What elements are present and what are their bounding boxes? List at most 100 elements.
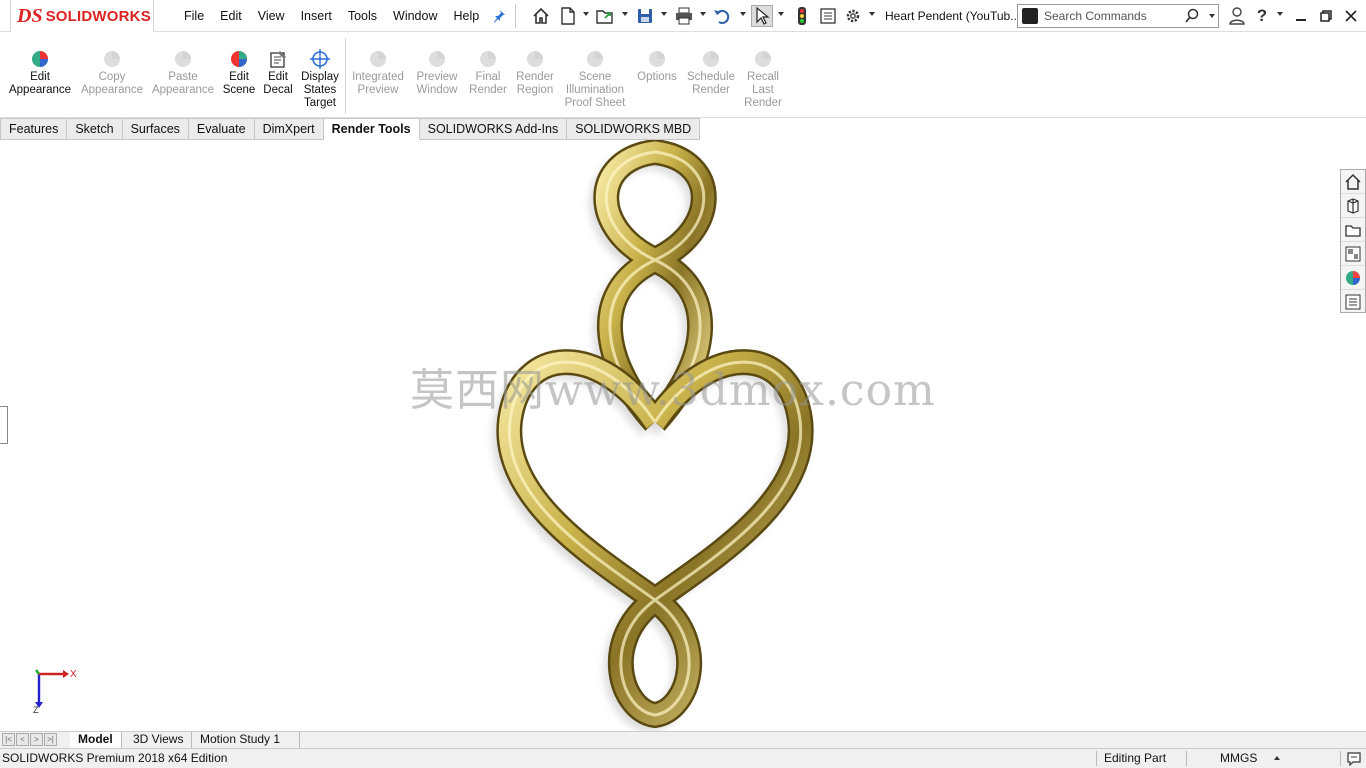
home-icon[interactable] — [530, 5, 552, 27]
tab-motion-study-1[interactable]: Motion Study 1 — [192, 732, 300, 748]
render-tool-edit-appearance[interactable]: Edit Appearance — [0, 48, 80, 97]
custom-properties-icon[interactable] — [1341, 290, 1365, 314]
solidworks-logo[interactable]: DS SOLIDWORKS — [10, 0, 154, 33]
options-gear-icon[interactable] — [842, 5, 864, 27]
menu-insert[interactable]: Insert — [293, 9, 340, 23]
reference-triad: X Z — [33, 669, 77, 714]
tab-surfaces[interactable]: Surfaces — [122, 118, 189, 140]
tab-dimxpert[interactable]: DimXpert — [254, 118, 324, 140]
copy-appearance-icon — [101, 48, 123, 70]
next-tab-icon[interactable]: > — [30, 733, 43, 746]
feature-manager-toggle-handle[interactable] — [0, 406, 8, 444]
search-dropdown-caret[interactable] — [1209, 14, 1215, 18]
prev-tab-icon[interactable]: < — [16, 733, 29, 746]
task-pane-home-icon[interactable] — [1341, 170, 1365, 194]
render-tool-label: Edit Appearance — [8, 71, 72, 96]
menu-help[interactable]: Help — [446, 9, 488, 23]
search-placeholder: Search Commands — [1044, 9, 1147, 23]
display-states-target-icon — [309, 48, 331, 70]
restore-window-icon[interactable] — [1315, 5, 1337, 27]
bottom-tab-bar: |< < > >| Model 3D Views Motion Study 1 — [0, 731, 1366, 748]
help-dropdown-caret[interactable] — [1277, 12, 1283, 16]
render-tool-label: Display States Target — [301, 71, 339, 109]
save-icon[interactable] — [634, 5, 656, 27]
select-dropdown-caret[interactable] — [778, 12, 784, 16]
edit-appearance-icon — [29, 48, 51, 70]
status-editing-mode: Editing Part — [1104, 751, 1167, 765]
tab-model[interactable]: Model — [70, 732, 122, 748]
undo-dropdown-caret[interactable] — [740, 12, 746, 16]
search-commands-icon — [1022, 8, 1038, 24]
menu-file[interactable]: File — [176, 9, 212, 23]
logo-text: SOLIDWORKS — [45, 7, 151, 25]
status-bar: SOLIDWORKS Premium 2018 x64 Edition Edit… — [0, 748, 1366, 768]
menu-bar: File Edit View Insert Tools Window Help — [176, 0, 487, 32]
render-tool-recall-last-render: Recall Last Render — [723, 48, 803, 110]
document-title: Heart Pendent (YouTub... — [885, 9, 1021, 23]
help-icon[interactable]: ? — [1251, 5, 1273, 27]
view-palette-icon[interactable] — [1341, 242, 1365, 266]
search-icon[interactable] — [1184, 8, 1200, 24]
minimize-window-icon[interactable] — [1290, 5, 1312, 27]
file-properties-icon[interactable] — [817, 5, 839, 27]
menu-window[interactable]: Window — [385, 9, 445, 23]
ds-logo-mark: DS — [17, 4, 43, 27]
close-window-icon[interactable] — [1340, 5, 1362, 27]
open-icon[interactable] — [594, 5, 616, 27]
open-dropdown-caret[interactable] — [622, 12, 628, 16]
print-icon[interactable] — [673, 5, 695, 27]
toolbar-separator — [345, 38, 346, 114]
print-dropdown-caret[interactable] — [700, 12, 706, 16]
preview-window-icon — [426, 48, 448, 70]
tab-render-tools[interactable]: Render Tools — [323, 118, 420, 140]
tab-3d-views[interactable]: 3D Views — [125, 732, 193, 748]
traffic-light-icon[interactable] — [791, 5, 813, 27]
menu-tools[interactable]: Tools — [340, 9, 385, 23]
search-commands-field[interactable]: Search Commands — [1017, 4, 1219, 28]
options-icon — [646, 48, 668, 70]
scene-illumination-icon — [584, 48, 606, 70]
file-explorer-icon[interactable] — [1341, 218, 1365, 242]
title-bar: DS SOLIDWORKS File Edit View Insert Tool… — [0, 0, 1366, 33]
paste-appearance-icon — [172, 48, 194, 70]
new-document-icon[interactable] — [557, 5, 579, 27]
undo-icon[interactable] — [711, 5, 733, 27]
unit-system[interactable]: MMGS — [1220, 749, 1257, 768]
status-product: SOLIDWORKS Premium 2018 x64 Edition — [2, 751, 228, 765]
render-tool-copy-appearance: Copy Appearance — [72, 48, 152, 97]
heart-pendant-model[interactable] — [0, 140, 1366, 732]
tab-solidworks-mbd[interactable]: SOLIDWORKS MBD — [567, 118, 701, 140]
command-manager-tabs: Features Sketch Surfaces Evaluate DimXpe… — [0, 118, 701, 140]
triad-z-label: Z — [33, 705, 39, 714]
tab-solidworks-add-ins[interactable]: SOLIDWORKS Add-Ins — [419, 118, 568, 140]
integrated-preview-icon — [367, 48, 389, 70]
appearances-icon[interactable] — [1341, 266, 1365, 290]
first-tab-icon[interactable]: |< — [2, 733, 15, 746]
solidworks-window: DS SOLIDWORKS File Edit View Insert Tool… — [0, 0, 1366, 768]
last-tab-icon[interactable]: >| — [44, 733, 57, 746]
render-tool-label: Copy Appearance — [80, 71, 144, 96]
unit-system-caret-icon[interactable] — [1274, 756, 1280, 760]
task-pane-tabs — [1340, 169, 1366, 313]
schedule-render-icon — [700, 48, 722, 70]
select-icon[interactable] — [751, 5, 773, 27]
tab-evaluate[interactable]: Evaluate — [188, 118, 255, 140]
pin-menu-icon[interactable] — [488, 5, 510, 27]
tab-scroll-nav: |< < > >| — [2, 733, 58, 746]
design-library-icon[interactable] — [1341, 194, 1365, 218]
graphics-area[interactable]: 莫西网www.3dmox.com ◫ ◫ – ❐ ✕ X Z — [0, 140, 1366, 732]
save-dropdown-caret[interactable] — [661, 12, 667, 16]
render-tool-label: Render Region — [516, 71, 554, 96]
tab-features[interactable]: Features — [0, 118, 68, 140]
user-icon[interactable] — [1226, 5, 1248, 27]
menu-edit[interactable]: Edit — [212, 9, 250, 23]
menu-view[interactable]: View — [250, 9, 293, 23]
render-region-icon — [524, 48, 546, 70]
triad-x-label: X — [70, 669, 77, 680]
command-manager-render-tools: Edit Appearance Copy Appearance Paste Appe… — [0, 32, 1366, 118]
new-dropdown-caret[interactable] — [583, 12, 589, 16]
rebuild-status-icon[interactable] — [1346, 751, 1362, 766]
tab-sketch[interactable]: Sketch — [67, 118, 123, 140]
recall-last-render-icon — [752, 48, 774, 70]
options-dropdown-caret[interactable] — [869, 12, 875, 16]
